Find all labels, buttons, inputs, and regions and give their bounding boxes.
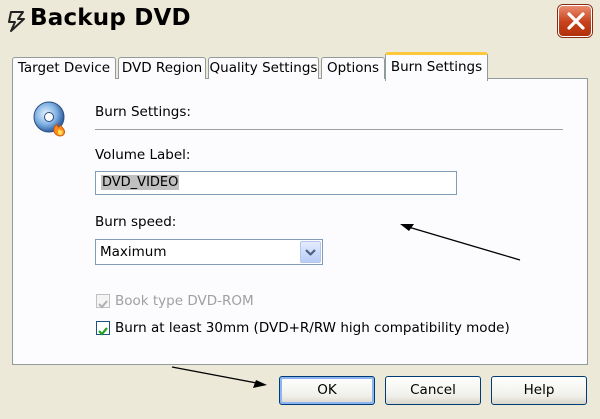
burn-disc-icon <box>33 101 66 137</box>
close-icon <box>567 12 585 30</box>
cancel-button[interactable]: Cancel <box>385 376 481 405</box>
volume-label-input[interactable]: DVD_VIDEO <box>95 171 457 195</box>
dvd-backup-icon <box>8 11 25 32</box>
burn-speed-select[interactable]: Maximum <box>95 239 323 265</box>
burn-speed-value: Maximum <box>100 244 167 260</box>
volume-label-caption: Volume Label: <box>95 147 191 163</box>
chevron-down-icon <box>305 249 316 256</box>
burn-30mm-label: Burn at least 30mm (DVD+R/RW high compat… <box>115 320 510 336</box>
section-heading: Burn Settings: <box>95 104 191 120</box>
close-button[interactable] <box>558 5 592 37</box>
help-button[interactable]: Help <box>491 376 587 405</box>
book-type-checkbox[interactable] <box>96 294 110 309</box>
tab-target-device[interactable]: Target Device <box>12 57 116 79</box>
tab-quality-settings[interactable]: Quality Settings <box>208 57 319 79</box>
book-type-label: Book type DVD-ROM <box>115 293 254 309</box>
burn-speed-caption: Burn speed: <box>95 214 177 230</box>
burn-30mm-checkbox[interactable] <box>96 321 110 336</box>
tab-dvd-region[interactable]: DVD Region <box>118 57 206 79</box>
burn-speed-dropdown-button[interactable] <box>300 241 321 263</box>
ok-button[interactable]: OK <box>279 376 375 405</box>
window-title: Backup DVD <box>30 5 191 31</box>
arrow-to-ok-button <box>171 366 267 388</box>
volume-label-value: DVD_VIDEO <box>101 175 180 190</box>
tab-burn-settings[interactable]: Burn Settings <box>385 52 488 81</box>
title-bar[interactable]: Backup DVD <box>0 0 600 44</box>
backup-dvd-dialog: Backup DVD Target Device DVD Region Qual… <box>0 0 600 419</box>
section-divider <box>95 129 563 130</box>
checkmark-icon <box>98 327 108 336</box>
tab-options[interactable]: Options <box>321 57 385 79</box>
checkmark-icon <box>98 300 108 309</box>
